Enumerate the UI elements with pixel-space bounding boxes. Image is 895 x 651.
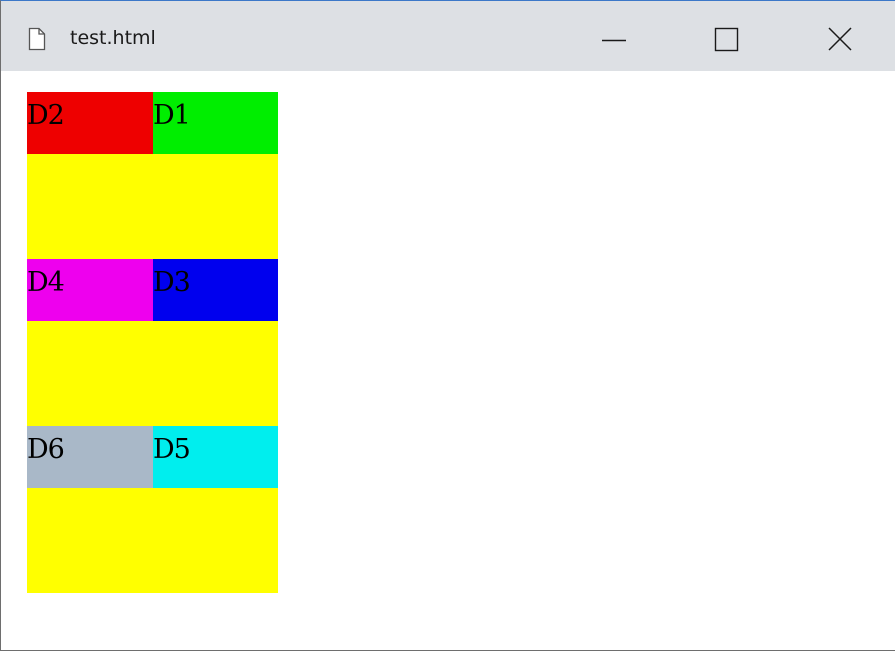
container-row-1: D2 D1 xyxy=(27,92,278,259)
close-button[interactable] xyxy=(811,12,869,64)
box-d5: D5 xyxy=(153,426,278,488)
window-title: test.html xyxy=(70,27,156,49)
container-row-3: D6 D5 xyxy=(27,426,278,593)
title-bar[interactable]: test.html xyxy=(1,1,895,71)
close-icon xyxy=(828,27,852,51)
box-d1: D1 xyxy=(153,92,278,154)
box-d3: D3 xyxy=(153,259,278,321)
maximize-button[interactable] xyxy=(698,12,756,64)
page-content: D2 D1 D4 D3 D6 D5 xyxy=(27,92,278,593)
box-d2: D2 xyxy=(27,92,153,154)
minimize-icon xyxy=(602,39,626,42)
browser-window: test.html D2 D1 D4 D3 D6 D5 xyxy=(0,0,895,651)
box-d4: D4 xyxy=(27,259,153,321)
minimize-button[interactable] xyxy=(585,12,643,64)
container-row-2: D4 D3 xyxy=(27,259,278,426)
document-icon xyxy=(28,27,46,51)
maximize-icon xyxy=(714,27,739,52)
box-d6: D6 xyxy=(27,426,153,488)
